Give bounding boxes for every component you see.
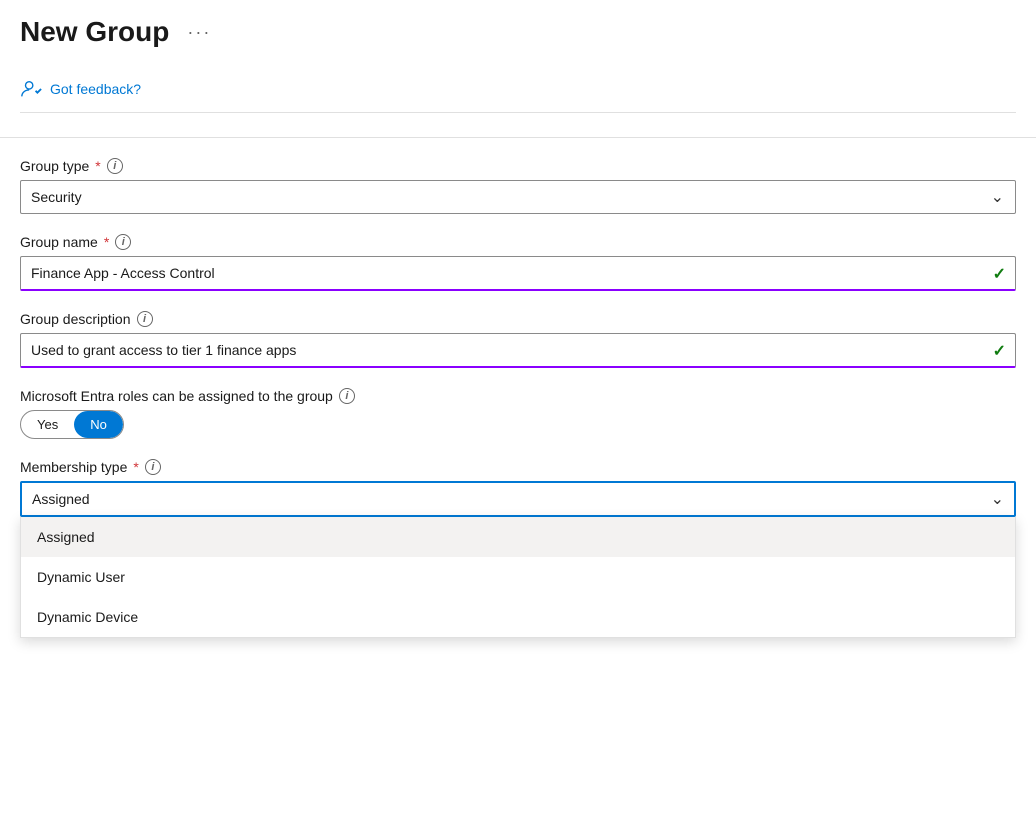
membership-type-info-icon[interactable]: i	[145, 459, 161, 475]
group-name-label: Group name * i	[20, 234, 1016, 250]
membership-type-required: *	[133, 459, 138, 475]
membership-type-section: Membership type * i Assigned ⌄ Assigned …	[20, 459, 1016, 517]
group-name-info-icon[interactable]: i	[115, 234, 131, 250]
feedback-icon	[20, 78, 42, 100]
feedback-bar[interactable]: Got feedback?	[20, 68, 1016, 113]
entra-roles-no-button[interactable]: No	[74, 411, 123, 438]
membership-type-value: Assigned	[32, 491, 90, 507]
page-header: New Group ···	[20, 16, 1016, 48]
group-type-label-text: Group type	[20, 158, 89, 174]
group-name-check-icon: ✓	[993, 264, 1006, 284]
membership-type-label: Membership type * i	[20, 459, 1016, 475]
membership-type-dropdown-wrapper: Assigned ⌄ Assigned Dynamic User Dynamic…	[20, 481, 1016, 517]
membership-option-dynamic-device[interactable]: Dynamic Device	[21, 597, 1015, 637]
group-type-section: Group type * i Security Microsoft 365 ⌄	[20, 158, 1016, 214]
membership-type-menu: Assigned Dynamic User Dynamic Device	[20, 517, 1016, 638]
group-type-info-icon[interactable]: i	[107, 158, 123, 174]
group-description-label: Group description i	[20, 311, 1016, 327]
group-description-section: Group description i ✓	[20, 311, 1016, 368]
membership-option-dynamic-user[interactable]: Dynamic User	[21, 557, 1015, 597]
membership-type-dropdown[interactable]: Assigned	[20, 481, 1016, 517]
group-description-input-wrapper: ✓	[20, 333, 1016, 368]
group-type-dropdown-wrapper: Security Microsoft 365 ⌄	[20, 180, 1016, 214]
group-type-dropdown[interactable]: Security Microsoft 365	[20, 180, 1016, 214]
group-name-input[interactable]	[20, 256, 1016, 291]
membership-type-label-text: Membership type	[20, 459, 127, 475]
group-description-info-icon[interactable]: i	[137, 311, 153, 327]
page-container: New Group ··· Got feedback? Group type *…	[0, 0, 1036, 832]
entra-roles-yes-button[interactable]: Yes	[21, 411, 74, 438]
group-type-label: Group type * i	[20, 158, 1016, 174]
group-description-label-text: Group description	[20, 311, 131, 327]
entra-roles-toggle: Yes No	[20, 410, 124, 439]
entra-roles-label-text: Microsoft Entra roles can be assigned to…	[20, 388, 333, 404]
group-type-required: *	[95, 158, 100, 174]
group-description-input[interactable]	[20, 333, 1016, 368]
ellipsis-menu-button[interactable]: ···	[181, 20, 217, 45]
entra-roles-section: Microsoft Entra roles can be assigned to…	[20, 388, 1016, 439]
group-name-required: *	[104, 234, 109, 250]
group-description-check-icon: ✓	[993, 341, 1006, 361]
group-name-input-wrapper: ✓	[20, 256, 1016, 291]
entra-roles-label: Microsoft Entra roles can be assigned to…	[20, 388, 1016, 404]
page-title: New Group	[20, 16, 169, 48]
group-name-label-text: Group name	[20, 234, 98, 250]
entra-roles-info-icon[interactable]: i	[339, 388, 355, 404]
feedback-label: Got feedback?	[50, 81, 141, 97]
group-name-section: Group name * i ✓	[20, 234, 1016, 291]
membership-option-assigned[interactable]: Assigned	[21, 517, 1015, 557]
section-divider	[0, 137, 1036, 138]
